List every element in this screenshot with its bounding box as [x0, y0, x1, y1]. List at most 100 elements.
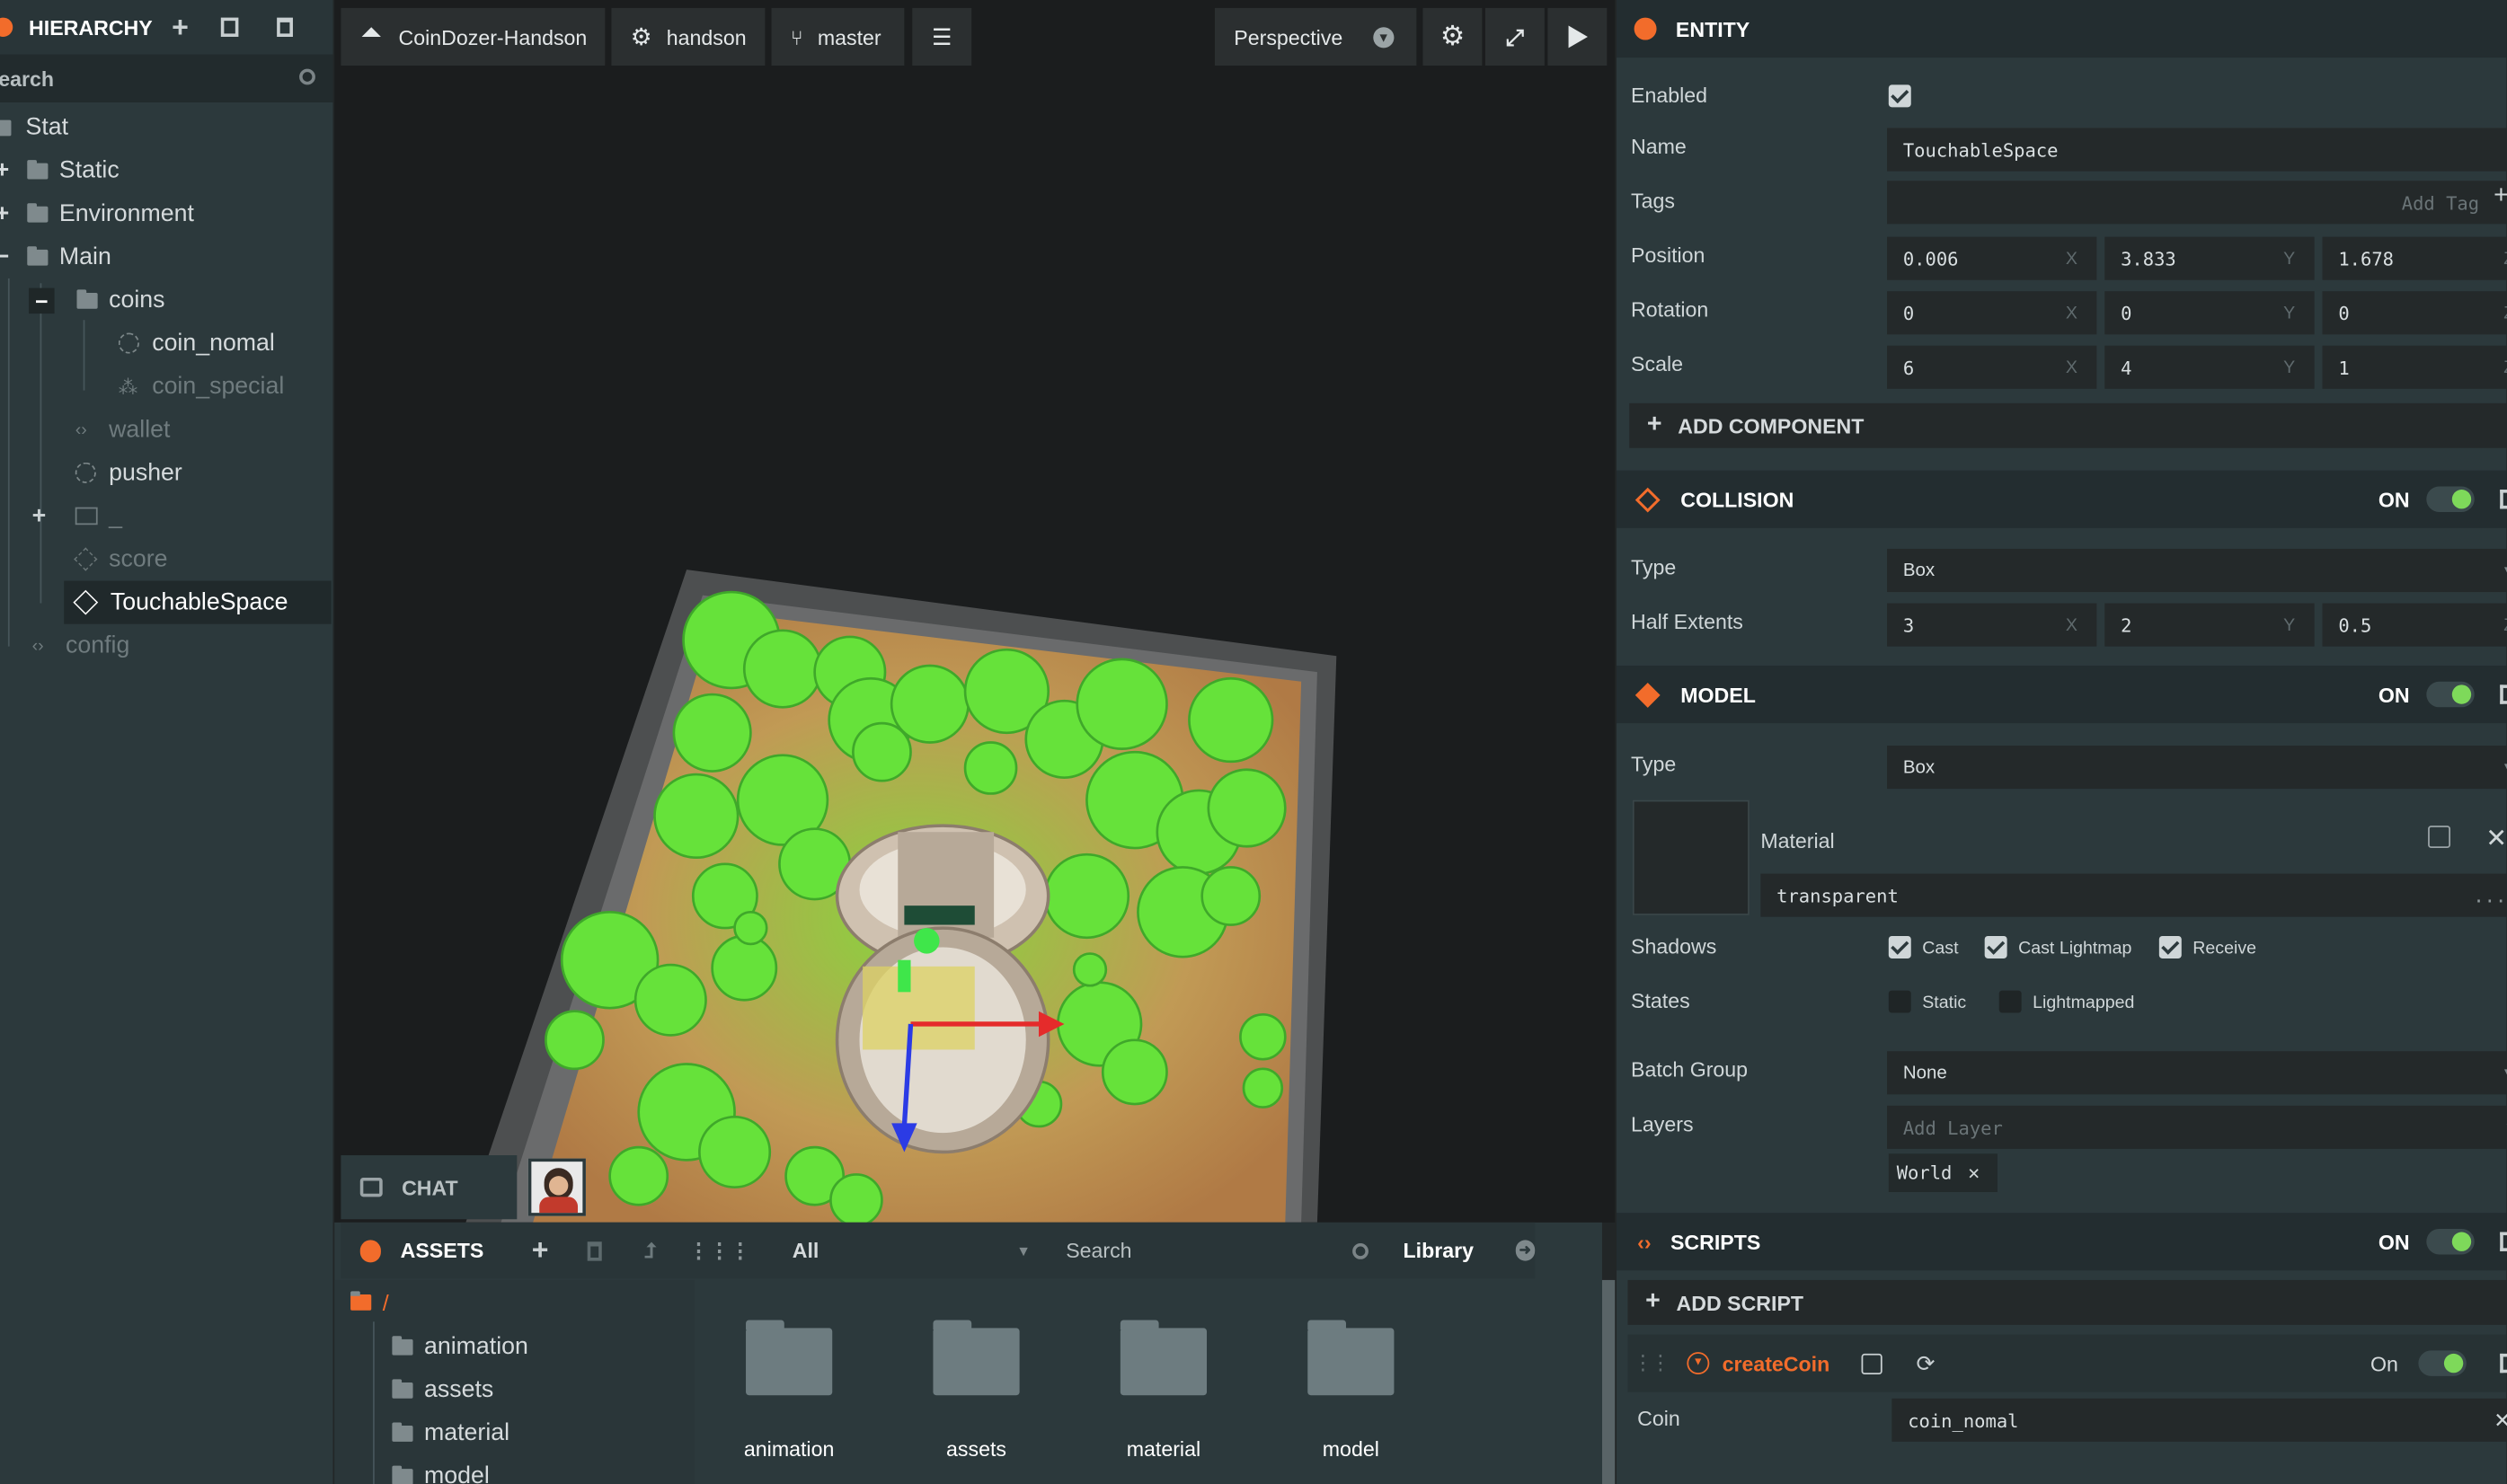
- settings-button[interactable]: ⚙ handson: [611, 7, 766, 66]
- launch-button[interactable]: [1547, 7, 1608, 66]
- trash-icon[interactable]: [2500, 490, 2507, 509]
- tree-item-static[interactable]: + Static: [0, 149, 120, 192]
- tree-item-config[interactable]: ‹› config: [32, 624, 130, 667]
- collapse-icon[interactable]: [1634, 17, 1657, 40]
- library-button[interactable]: Library: [1404, 1239, 1475, 1263]
- name-field[interactable]: TouchableSpace: [1887, 128, 2507, 172]
- folder-material[interactable]: material: [392, 1419, 509, 1446]
- refresh-icon[interactable]: ⟳: [1916, 1349, 1935, 1376]
- tree-item-coins[interactable]: − coins: [29, 278, 165, 322]
- tree-item-touchablespace[interactable]: TouchableSpace: [64, 580, 332, 624]
- static-checkbox[interactable]: [1888, 990, 1911, 1013]
- arrow-right-icon[interactable]: ➜: [1515, 1240, 1536, 1261]
- trash-icon[interactable]: [2500, 1353, 2507, 1374]
- folder-model[interactable]: model: [392, 1462, 490, 1484]
- edit-icon[interactable]: [2428, 826, 2451, 849]
- trash-icon[interactable]: [276, 17, 293, 37]
- script-name[interactable]: createCoin: [1723, 1351, 1830, 1375]
- collision-toggle[interactable]: [2426, 486, 2475, 512]
- half-extents-z-field[interactable]: 0.5 Z: [2322, 603, 2507, 647]
- menu-button[interactable]: ☰: [912, 7, 972, 66]
- coin-attribute-field[interactable]: coin_nomal ✕: [1891, 1398, 2507, 1442]
- viewport-3d[interactable]: CoinDozer-Handson ⚙ handson ⑂ master ☰ P…: [334, 0, 1616, 1223]
- position-x-field[interactable]: 0.006 X: [1887, 236, 2097, 280]
- scrollbar[interactable]: [1601, 1279, 1616, 1484]
- add-script-button[interactable]: + ADD SCRIPT: [1627, 1279, 2507, 1325]
- add-component-button[interactable]: + ADD COMPONENT: [1629, 402, 2507, 448]
- expand-icon[interactable]: +: [32, 502, 55, 529]
- cast-checkbox[interactable]: [1888, 936, 1911, 958]
- more-icon[interactable]: ...: [2473, 884, 2506, 906]
- duplicate-icon[interactable]: [220, 17, 239, 37]
- scale-x-field[interactable]: 6X: [1887, 345, 2097, 389]
- asset-tile-material[interactable]: material: [1115, 1320, 1211, 1461]
- material-field[interactable]: transparent...: [1760, 873, 2507, 917]
- clear-icon[interactable]: ✕: [2494, 1408, 2507, 1433]
- rotation-z-field[interactable]: 0Z: [2322, 291, 2507, 335]
- model-toggle[interactable]: [2426, 681, 2475, 708]
- rotation-y-field[interactable]: 0Y: [2104, 291, 2315, 335]
- collapse-tree-icon[interactable]: −: [0, 243, 9, 270]
- scene-render[interactable]: [334, 0, 1615, 1223]
- tree-item-main[interactable]: − Main: [0, 235, 111, 278]
- search-icon[interactable]: [299, 68, 315, 85]
- model-type-select[interactable]: Box ▼: [1887, 746, 2507, 790]
- asset-tile-animation[interactable]: animation: [741, 1320, 837, 1461]
- trash-icon[interactable]: [2500, 685, 2507, 704]
- folder-assets[interactable]: assets: [392, 1376, 493, 1403]
- trash-icon[interactable]: [587, 1241, 603, 1260]
- script-toggle[interactable]: [2418, 1350, 2467, 1376]
- up-folder-icon[interactable]: ⮥: [644, 1238, 657, 1263]
- cast-lightmap-checkbox[interactable]: [1984, 936, 2007, 958]
- render-settings-button[interactable]: ⚙: [1422, 7, 1483, 66]
- asset-tile-assets[interactable]: assets: [928, 1320, 1024, 1461]
- add-asset-icon[interactable]: +: [532, 1233, 549, 1267]
- collapse-icon[interactable]: [359, 1239, 382, 1262]
- expand-icon[interactable]: +: [0, 157, 9, 184]
- tree-item-score[interactable]: score: [74, 537, 167, 580]
- enabled-checkbox[interactable]: [1888, 84, 1911, 108]
- trash-icon[interactable]: [2500, 1232, 2507, 1251]
- scale-z-field[interactable]: 1Z: [2322, 345, 2507, 389]
- position-z-field[interactable]: 1.678 Z: [2322, 236, 2507, 280]
- expand-icon[interactable]: +: [0, 200, 9, 227]
- filter-dropdown[interactable]: All ▼: [793, 1239, 1031, 1263]
- collapse-icon[interactable]: [0, 17, 13, 37]
- fullscreen-button[interactable]: ⤢: [1484, 7, 1545, 66]
- folder-root[interactable]: /: [350, 1290, 389, 1315]
- tree-item-environment[interactable]: + Environment: [0, 192, 194, 235]
- scale-y-field[interactable]: 4Y: [2104, 345, 2315, 389]
- camera-dropdown[interactable]: Perspective ▼: [1214, 7, 1417, 66]
- edit-icon[interactable]: [1861, 1353, 1883, 1374]
- batch-group-select[interactable]: None ▼: [1887, 1051, 2507, 1095]
- branch-button[interactable]: ⑂ master: [771, 7, 905, 66]
- tags-input[interactable]: Add Tag: [1887, 181, 2507, 225]
- lightmapped-checkbox[interactable]: [1998, 990, 2022, 1013]
- hierarchy-search[interactable]: earch: [0, 54, 333, 102]
- add-tag-icon[interactable]: +: [2494, 182, 2507, 211]
- scripts-toggle[interactable]: [2426, 1228, 2475, 1255]
- project-button[interactable]: CoinDozer-Handson: [341, 7, 606, 66]
- asset-tile-model[interactable]: model: [1303, 1320, 1399, 1461]
- drag-handle-icon[interactable]: ⋮⋮: [1633, 1350, 1671, 1375]
- tree-item-wallet[interactable]: ‹› wallet: [75, 408, 171, 451]
- remove-tag-icon[interactable]: ✕: [1968, 1162, 1980, 1184]
- collision-type-select[interactable]: Box ▼: [1887, 548, 2507, 593]
- grid-view-icon[interactable]: ⋮⋮⋮: [688, 1238, 750, 1263]
- tree-item-stat[interactable]: Stat: [0, 106, 68, 149]
- collapse-tree-icon[interactable]: −: [29, 287, 55, 314]
- position-y-field[interactable]: 3.833 Y: [2104, 236, 2315, 280]
- layers-input[interactable]: Add Layer▼: [1887, 1105, 2507, 1149]
- avatar[interactable]: [527, 1158, 586, 1216]
- folder-animation[interactable]: animation: [392, 1333, 528, 1360]
- search-input[interactable]: earch: [0, 66, 54, 91]
- receive-checkbox[interactable]: [2158, 936, 2182, 958]
- tree-item-coin-nomal[interactable]: coin_nomal: [118, 322, 275, 365]
- half-extents-x-field[interactable]: 3X: [1887, 603, 2097, 647]
- tree-item-underscore[interactable]: + _: [32, 494, 122, 537]
- add-entity-icon[interactable]: +: [172, 11, 189, 44]
- tree-item-coin-special[interactable]: ⁂ coin_special: [119, 365, 284, 408]
- search-icon[interactable]: [1352, 1242, 1369, 1259]
- layer-tag-world[interactable]: World ✕: [1888, 1153, 1998, 1192]
- rotation-x-field[interactable]: 0X: [1887, 291, 2097, 335]
